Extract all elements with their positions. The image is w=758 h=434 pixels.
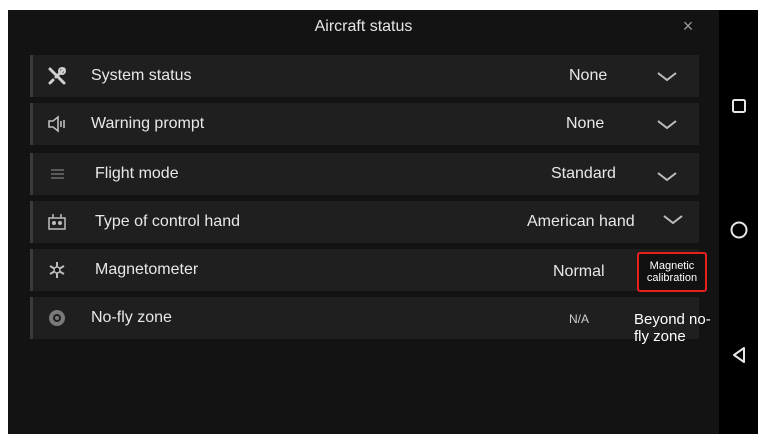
chevron-down-icon[interactable] [656,119,678,131]
magnetic-calibration-button[interactable]: Magnetic calibration [637,252,707,292]
no-fly-note-line2: fly zone [634,328,686,345]
chevron-down-icon[interactable] [656,71,678,83]
back-button[interactable] [719,340,758,370]
list-icon [47,164,67,184]
magnetic-calibration-label-line2: calibration [646,272,698,284]
home-button[interactable] [719,215,758,245]
chevron-down-icon[interactable] [662,214,684,226]
row-value: Normal [553,263,605,280]
row-value: None [566,115,605,132]
triangle-back-icon [732,347,745,363]
row-no-fly-zone: No-fly zone N/A [30,297,699,339]
chevron-down-icon[interactable] [656,171,678,183]
square-icon [731,99,746,113]
row-value: None [569,67,608,84]
row-label: Type of control hand [95,213,240,230]
row-label: Warning prompt [91,115,205,132]
row-value: N/A [569,312,590,326]
dialog-title: Aircraft status [314,18,413,35]
row-warning-prompt[interactable]: Warning prompt None [30,103,699,145]
row-label: Flight mode [95,165,179,182]
tools-icon [47,66,67,86]
system-navigation-bar [719,10,758,434]
remote-controller-icon [47,212,67,232]
row-label: Magnetometer [95,261,199,278]
close-button[interactable]: × [678,16,698,36]
row-system-status[interactable]: System status None [30,55,699,97]
magnetometer-icon [47,260,67,280]
circle-icon [730,221,747,239]
no-fly-note-line1: Beyond no- [634,311,711,328]
row-magnetometer: Magnetometer Normal [30,249,699,291]
close-icon: × [682,16,694,36]
row-label: System status [91,67,192,84]
recents-button[interactable] [719,92,758,120]
no-fly-zone-icon [47,308,67,328]
row-label: No-fly zone [91,309,172,326]
magnetic-calibration-label-line1: Magnetic [649,260,695,272]
row-value: Standard [551,165,616,182]
no-fly-zone-note: Beyond no- fly zone [634,311,718,345]
speaker-icon [47,114,67,134]
aircraft-status-dialog: Aircraft status × System status None War… [8,10,719,434]
row-control-hand[interactable]: Type of control hand American hand [30,201,699,243]
row-flight-mode[interactable]: Flight mode Standard [30,153,699,195]
row-value: American hand [527,213,635,230]
